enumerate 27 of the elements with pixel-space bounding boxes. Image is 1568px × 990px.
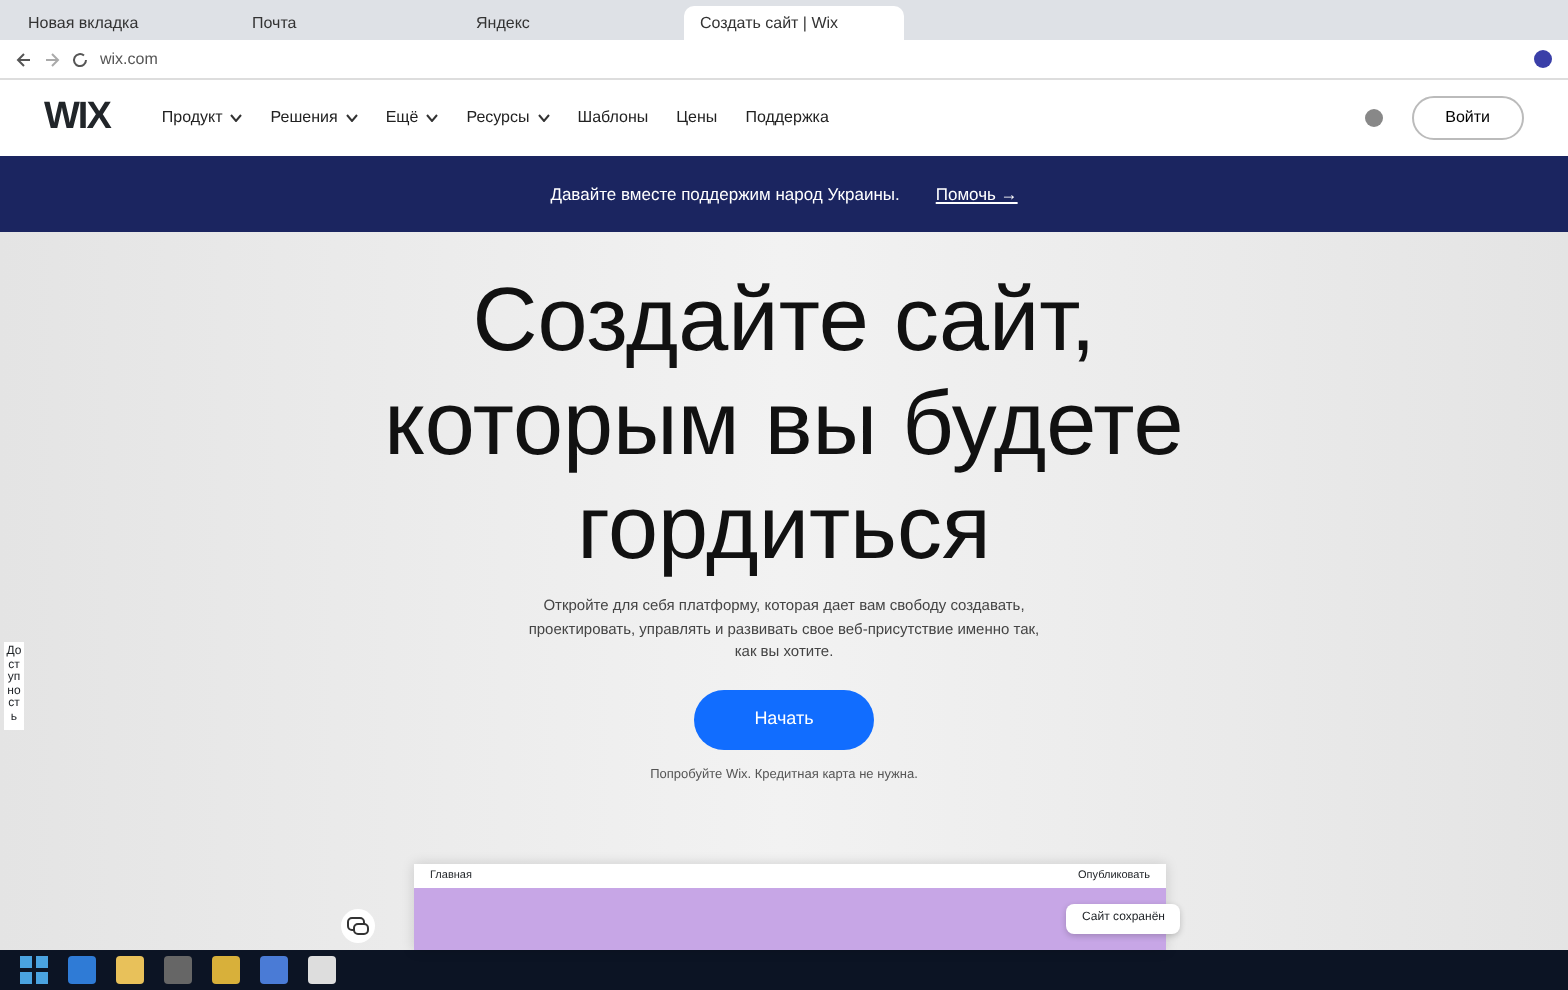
browser-tab[interactable]: Создать сайт | Wix: [684, 6, 904, 40]
start-button[interactable]: Начать: [694, 690, 874, 749]
banner-link[interactable]: Помочь →: [935, 181, 1018, 207]
banner-text: Давайте вместе поддержим народ Украины.: [550, 181, 900, 207]
chevron-down-icon[interactable]: [230, 114, 243, 122]
chevron-down-icon[interactable]: [537, 114, 550, 122]
logo[interactable]: WIX: [44, 89, 110, 147]
chevron-down-icon[interactable]: [426, 114, 439, 122]
chat-icon[interactable]: [340, 908, 376, 944]
back-icon[interactable]: [16, 51, 32, 67]
browser-tab[interactable]: Новая вкладка: [12, 6, 232, 40]
nav-link[interactable]: Продукт: [161, 106, 223, 130]
reload-icon[interactable]: [72, 51, 88, 67]
nav-link[interactable]: Решения: [270, 106, 338, 130]
browser-tab[interactable]: Почта: [236, 6, 456, 40]
profile-icon[interactable]: [1534, 50, 1552, 68]
nav-link[interactable]: Цены: [676, 106, 718, 130]
nav-link[interactable]: Поддержка: [745, 106, 829, 130]
nav-link[interactable]: Ещё: [385, 106, 419, 130]
chevron-down-icon[interactable]: [345, 114, 358, 122]
nav-link[interactable]: Шаблоны: [577, 106, 649, 130]
start-icon[interactable]: [20, 956, 48, 984]
browser-tab[interactable]: Яндекс: [460, 6, 680, 40]
hero-title: Создайте сайт, которым вы будете гордиться: [382, 268, 1186, 579]
sign-in-button[interactable]: Войти: [1411, 96, 1524, 140]
address-field[interactable]: wix.com: [100, 47, 158, 71]
nav-link[interactable]: Ресурсы: [466, 106, 530, 130]
